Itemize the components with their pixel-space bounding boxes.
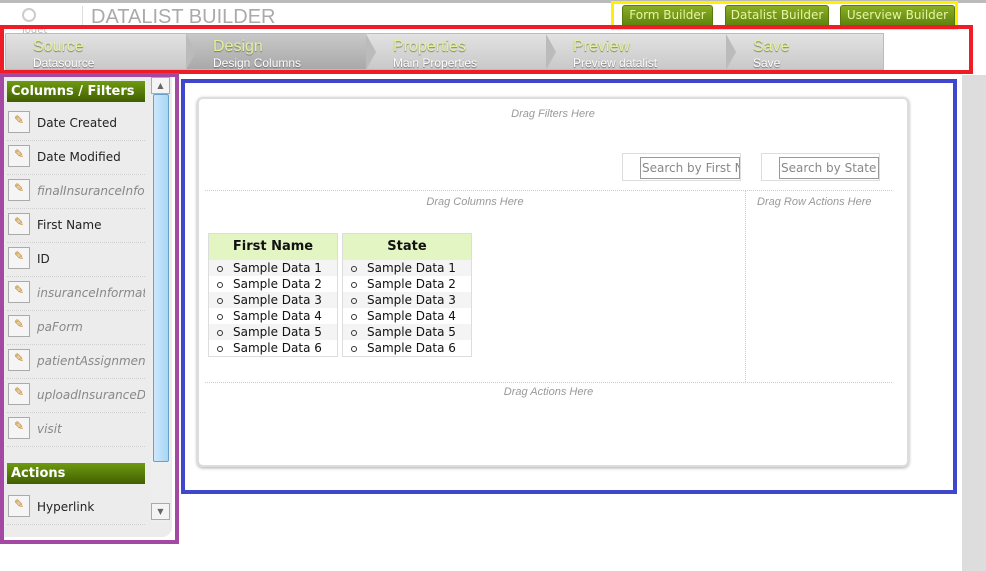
sample-row: Sample Data 2	[343, 276, 471, 292]
edit-icon	[8, 111, 30, 133]
divider	[205, 190, 892, 191]
scroll-down-arrow-icon[interactable]: ▼	[151, 503, 170, 520]
sample-row: Sample Data 2	[209, 276, 337, 292]
filter-state	[761, 153, 880, 181]
row-actions-drop-zone[interactable]: Drag Row Actions Here	[757, 196, 872, 208]
edit-icon	[8, 417, 30, 439]
edit-icon	[8, 179, 30, 201]
scroll-up-arrow-icon[interactable]: ▲	[151, 77, 170, 94]
edit-icon	[8, 383, 30, 405]
edit-icon	[8, 349, 30, 371]
palette-item[interactable]: First Name	[7, 209, 145, 243]
palette-item[interactable]: patientAssignment	[7, 345, 145, 379]
sample-row: Sample Data 3	[343, 292, 471, 308]
page-title: DATALIST BUILDER	[82, 6, 276, 29]
divider	[745, 190, 746, 382]
form-builder-button[interactable]: Form Builder	[622, 5, 713, 26]
edit-icon	[8, 495, 30, 517]
divider	[205, 382, 892, 383]
top-border	[0, 0, 986, 3]
edit-icon	[8, 315, 30, 337]
step-save[interactable]: Save Save	[726, 34, 884, 70]
sample-row: Sample Data 1	[209, 260, 337, 276]
columns-filters-header: Columns / Filters	[7, 81, 145, 102]
column-header: State	[343, 234, 471, 260]
search-first-name-input[interactable]	[640, 157, 740, 179]
actions-drop-zone[interactable]: Drag Actions Here	[205, 386, 892, 398]
column-header: First Name	[209, 234, 337, 260]
palette-item[interactable]: finalInsuranceInfo	[7, 175, 145, 209]
column-preview[interactable]: First Name Sample Data 1 Sample Data 2 Samp…	[208, 233, 338, 357]
wizard-steps: Source Datasource Design Design Columns Pr…	[5, 33, 884, 70]
edit-icon	[8, 247, 30, 269]
sample-row: Sample Data 4	[343, 308, 471, 324]
joget-logo: joget	[22, 8, 62, 36]
palette-item[interactable]: ID	[7, 243, 145, 277]
filters-drop-zone[interactable]: Drag Filters Here	[197, 108, 909, 120]
column-preview[interactable]: State Sample Data 1 Sample Data 2 Sample Da…	[342, 233, 472, 357]
sample-row: Sample Data 5	[209, 324, 337, 340]
palette-item[interactable]: uploadInsuranceDoc	[7, 379, 145, 413]
sample-row: Sample Data 4	[209, 308, 337, 324]
search-state-input[interactable]	[779, 157, 879, 179]
sample-row: Sample Data 5	[343, 324, 471, 340]
edit-icon	[8, 145, 30, 167]
edit-icon	[8, 213, 30, 235]
palette-item-hyperlink[interactable]: Hyperlink	[7, 491, 145, 525]
palette-item[interactable]: insuranceInformation	[7, 277, 145, 311]
palette-item[interactable]: Date Modified	[7, 141, 145, 175]
filter-first-name	[622, 153, 741, 181]
datalist-builder-button[interactable]: Datalist Builder	[725, 5, 829, 26]
scrollbar-thumb[interactable]	[153, 94, 169, 462]
sample-row: Sample Data 1	[343, 260, 471, 276]
sample-row: Sample Data 6	[209, 340, 337, 356]
sample-row: Sample Data 3	[209, 292, 337, 308]
actions-header: Actions	[7, 463, 145, 484]
edit-icon	[8, 281, 30, 303]
step-design[interactable]: Design Design Columns	[186, 34, 376, 70]
step-source[interactable]: Source Datasource	[6, 34, 196, 70]
sample-row: Sample Data 6	[343, 340, 471, 356]
palette-item[interactable]: visit	[7, 413, 145, 447]
step-preview[interactable]: Preview Preview datalist	[546, 34, 736, 70]
palette-item[interactable]: paForm	[7, 311, 145, 345]
columns-drop-zone[interactable]: Drag Columns Here	[205, 196, 745, 208]
palette-item[interactable]: Date Created	[7, 107, 145, 141]
step-properties[interactable]: Properties Main Properties	[366, 34, 556, 70]
userview-builder-button[interactable]: Userview Builder	[840, 5, 955, 26]
page-scrollbar[interactable]	[962, 75, 986, 571]
sidebar-scrollbar[interactable]: ▲ ▼	[151, 77, 170, 522]
